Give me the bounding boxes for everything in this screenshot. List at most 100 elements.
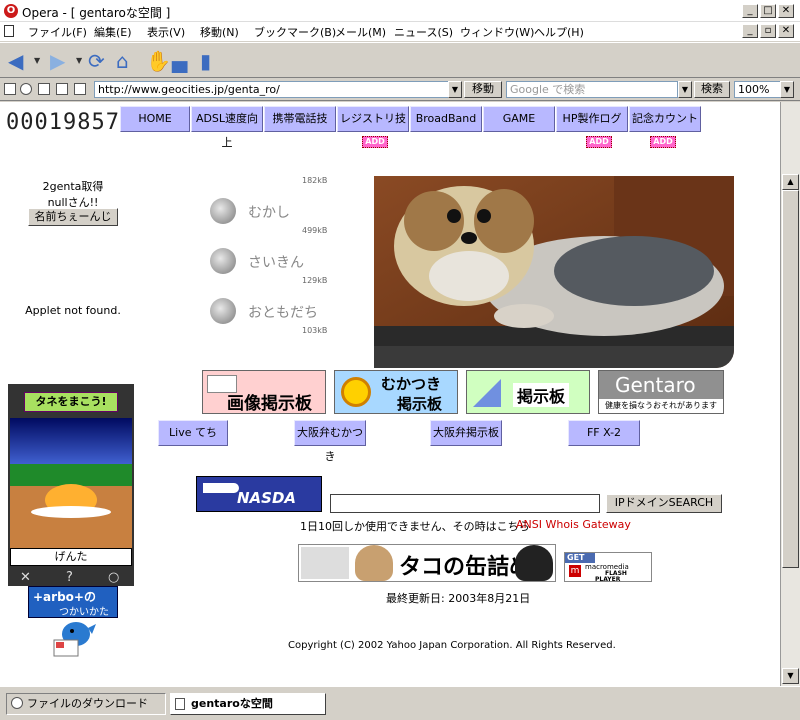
ip-domain-search-button[interactable]: IPドメインSEARCH xyxy=(606,494,722,513)
nav-mobile[interactable]: 携帯電話技 xyxy=(264,106,336,132)
copyright: Copyright (C) 2002 Yahoo Japan Corporati… xyxy=(288,640,616,651)
zoom-dropdown[interactable]: ▼ xyxy=(780,81,794,98)
print-icon[interactable]: ▄ xyxy=(172,49,187,73)
shield-icon[interactable] xyxy=(4,83,16,95)
search-engine-dropdown[interactable]: ▼ xyxy=(678,81,692,98)
reload-icon[interactable]: ⟳ xyxy=(88,49,105,73)
menu-news[interactable]: ニュース(S) xyxy=(394,24,453,40)
navigation-toolbar: ◀ ▼ ▶ ▼ ⟳ ⌂ ✋ ▄ ▮ xyxy=(0,42,800,78)
address-input[interactable]: http://www.geocities.jp/genta_ro/ xyxy=(94,81,462,98)
bbs-banner[interactable]: 掲示板 xyxy=(466,370,590,414)
menu-view[interactable]: 表示(V) xyxy=(147,24,185,40)
title-bar: O Opera - [ gentaroな空間 ] _ □ ✕ xyxy=(0,0,800,22)
character-icon xyxy=(515,545,553,581)
zoom-field[interactable]: 100% xyxy=(734,81,782,98)
back-dropdown-icon[interactable]: ▼ xyxy=(34,49,40,73)
sound-label[interactable]: おともだち xyxy=(248,302,318,322)
image-bbs-banner[interactable]: 画像掲示板 xyxy=(202,370,326,414)
minimize-button[interactable]: _ xyxy=(742,4,758,18)
tarbo-close-icon[interactable]: ✕ xyxy=(20,570,31,585)
doc-minimize-button[interactable]: _ xyxy=(742,24,758,38)
macromedia-logo-icon: m xyxy=(569,565,581,577)
osaka-bbs-link[interactable]: 大阪弁掲示板 xyxy=(430,420,502,446)
nav-home[interactable]: HOME xyxy=(120,106,190,132)
scroll-down-icon[interactable]: ▼ xyxy=(782,668,799,684)
live-tech-link[interactable]: Live てち xyxy=(158,420,228,446)
forward-dropdown-icon[interactable]: ▼ xyxy=(76,49,82,73)
new-page-icon[interactable] xyxy=(38,83,50,95)
scroll-thumb[interactable] xyxy=(782,190,799,568)
tarbo-ok-icon[interactable]: ○ xyxy=(108,570,119,585)
nav-registry[interactable]: レジストリ技 xyxy=(337,106,409,132)
sound-button-icon[interactable] xyxy=(210,198,236,224)
hotlist-icon[interactable]: ✋ xyxy=(146,49,171,73)
sound-size: 129kB xyxy=(302,276,328,285)
nasda-banner[interactable]: NASDA xyxy=(196,476,322,512)
forward-icon[interactable]: ▶ xyxy=(50,49,65,73)
menu-edit[interactable]: 編集(E) xyxy=(94,24,132,40)
change-name-button[interactable]: 名前ちぇーんじ xyxy=(28,208,118,226)
menu-mail[interactable]: メール(M) xyxy=(335,24,386,40)
page-tab-icon xyxy=(175,698,185,710)
go-button[interactable]: 移動 xyxy=(464,81,502,98)
download-tab-label: ファイルのダウンロード xyxy=(27,697,148,710)
menu-help[interactable]: ヘルプ(H) xyxy=(534,24,584,40)
page-content: 00019857 HOME ADSL速度向上 携帯電話技 レジストリ技 Broa… xyxy=(0,102,780,686)
banner-text: むかつき xyxy=(381,375,442,393)
ip-domain-input[interactable] xyxy=(330,494,600,513)
sound-label[interactable]: さいきん xyxy=(248,252,304,272)
mukatsuki-bbs-banner[interactable]: むかつき 掲示板 xyxy=(334,370,458,414)
add-badge: ADD xyxy=(586,136,612,148)
status-bar: ファイルのダウンロード gentaroな空間 xyxy=(0,686,800,720)
home-icon[interactable]: ⌂ xyxy=(116,49,129,73)
osaka-mukatsuki-link[interactable]: 大阪弁むかつき xyxy=(294,420,366,463)
page-tab-label: gentaroな空間 xyxy=(191,697,273,710)
tako-kanzume-banner[interactable]: タコの缶詰め xyxy=(298,544,556,582)
scroll-up-icon[interactable]: ▲ xyxy=(782,174,799,190)
bluebird-icon[interactable] xyxy=(52,616,96,660)
search-input[interactable]: Google で検索 xyxy=(506,81,678,98)
menu-go[interactable]: 移動(N) xyxy=(200,24,239,40)
menu-window[interactable]: ウィンドウ(W) xyxy=(460,24,534,40)
gentaro-banner[interactable]: Gentaro 健康を損なうおそれがあります xyxy=(598,370,724,414)
plant-seed-button[interactable]: タネをまこう! xyxy=(24,392,118,412)
tarbo-scene[interactable] xyxy=(10,418,132,548)
vertical-scrollbar[interactable]: ▲ ▼ xyxy=(780,102,800,686)
acquire-text: 2genta取得 xyxy=(42,180,104,193)
banner-text: 掲示板 xyxy=(513,383,570,407)
page-icon[interactable]: ▮ xyxy=(200,49,211,73)
nav-adsl[interactable]: ADSL速度向上 xyxy=(191,106,263,149)
get-flash-player-badge[interactable]: GET m macromedia FLASH PLAYER xyxy=(564,552,652,583)
tarbo-help-icon[interactable]: ? xyxy=(66,570,73,585)
add-badge: ADD xyxy=(362,136,388,148)
page-tab[interactable]: gentaroな空間 xyxy=(170,693,326,715)
sound-button-icon[interactable] xyxy=(210,248,236,274)
banner-text: Gentaro xyxy=(615,373,696,397)
address-dropdown[interactable]: ▼ xyxy=(448,81,462,98)
notes-icon[interactable] xyxy=(74,83,86,95)
doc-close-button[interactable]: ✕ xyxy=(778,24,794,38)
search-button[interactable]: 検索 xyxy=(694,81,730,98)
ansi-whois-link[interactable]: ANSI Whois Gateway xyxy=(516,518,631,531)
sound-label[interactable]: むかし xyxy=(248,202,290,222)
menu-bookmarks[interactable]: ブックマーク(B) xyxy=(254,24,336,40)
nav-hp-log[interactable]: HP製作ログ xyxy=(556,106,628,132)
nav-game[interactable]: GAME xyxy=(483,106,555,132)
triangle-ruler-icon xyxy=(473,379,501,407)
maximize-button[interactable]: □ xyxy=(760,4,776,18)
close-button[interactable]: ✕ xyxy=(778,4,794,18)
nav-kinen[interactable]: 記念カウント xyxy=(629,106,701,132)
opera-logo-icon: O xyxy=(4,4,18,18)
camera-icon[interactable] xyxy=(20,83,32,95)
nav-broadband[interactable]: BroadBand xyxy=(410,106,482,132)
ffx2-link[interactable]: FF X-2 xyxy=(568,420,640,446)
character-icon xyxy=(355,545,393,581)
sound-button-icon[interactable] xyxy=(210,298,236,324)
doc-restore-button[interactable]: ▫ xyxy=(760,24,776,38)
menu-file[interactable]: ファイル(F) xyxy=(28,24,87,40)
tarbo-howto-link[interactable]: +arbo+の つかいかた xyxy=(28,586,118,618)
hit-counter: 00019857 xyxy=(6,110,120,135)
back-icon[interactable]: ◀ xyxy=(8,49,23,73)
copy-icon[interactable] xyxy=(56,83,68,95)
download-tab[interactable]: ファイルのダウンロード xyxy=(6,693,166,715)
